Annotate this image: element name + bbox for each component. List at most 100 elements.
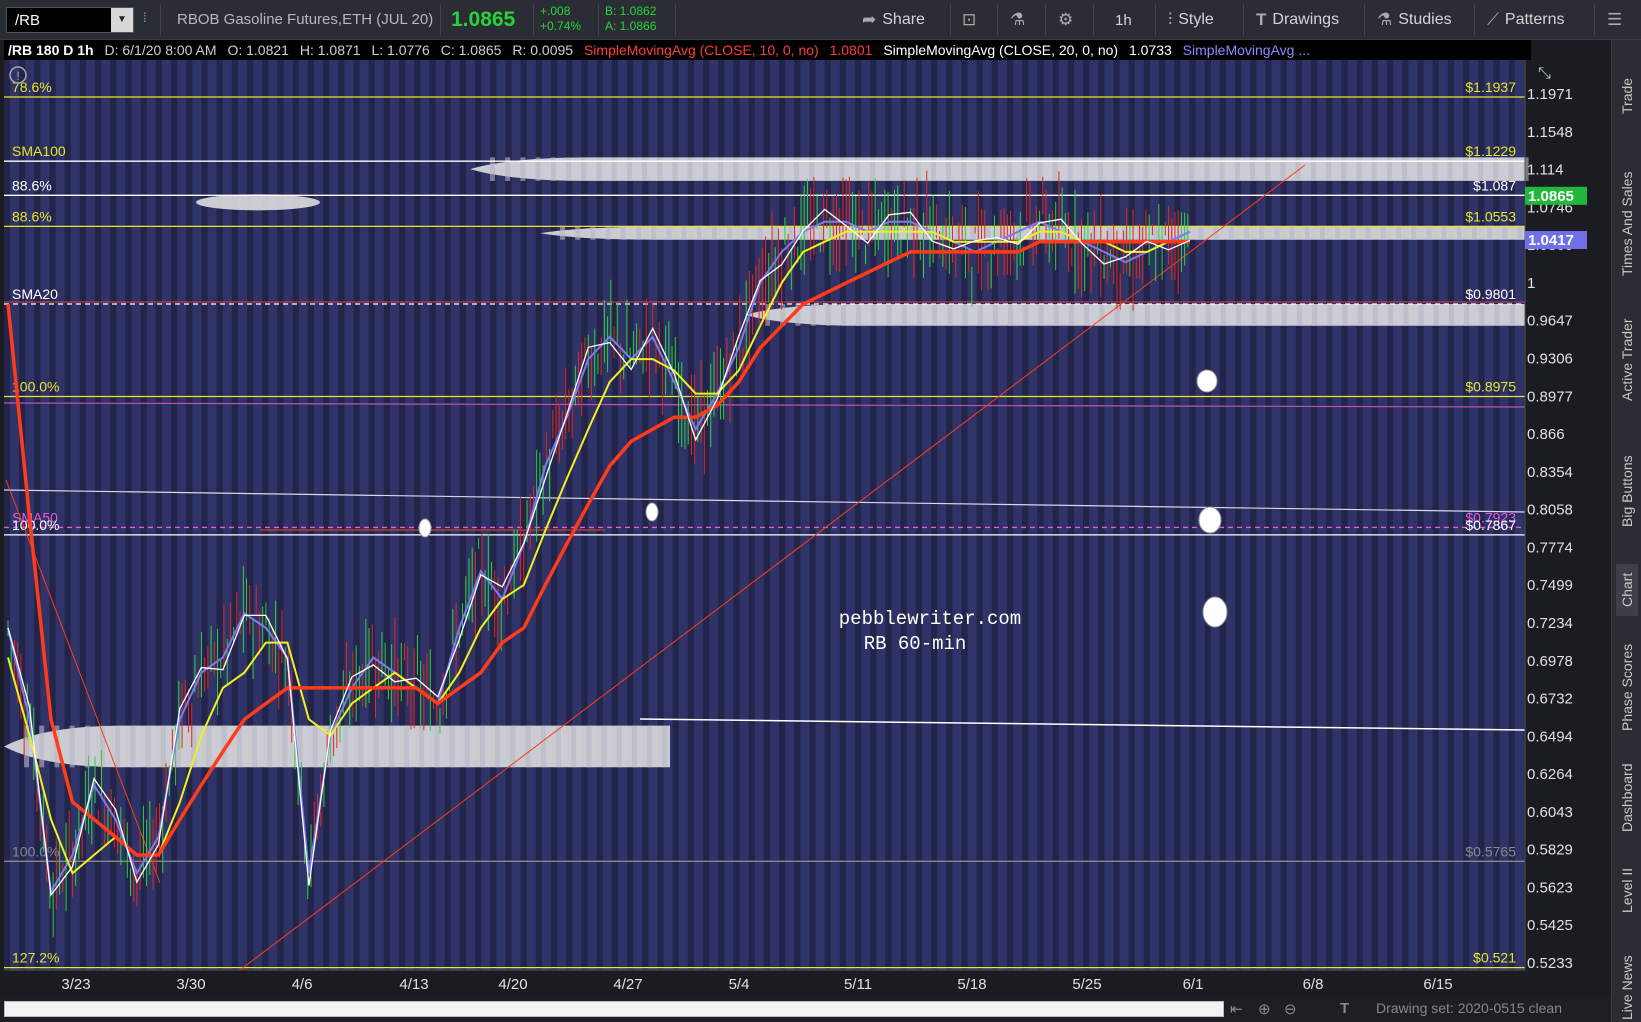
y-tick-label: 0.6043 bbox=[1527, 804, 1573, 821]
zone-stripe bbox=[358, 725, 364, 768]
x-tick-label: 6/15 bbox=[1423, 976, 1452, 993]
session-stripe bbox=[1286, 60, 1296, 970]
session-stripe bbox=[830, 60, 840, 970]
zone-stripe bbox=[1084, 304, 1090, 326]
chart-title: pebblewriter.com bbox=[839, 608, 1021, 630]
scroll-thumb[interactable] bbox=[4, 1001, 1224, 1017]
net-change: +.008 +0.74% bbox=[540, 4, 581, 34]
zone-stripe bbox=[1449, 304, 1454, 326]
price-badge-label: 1.0865 bbox=[1528, 188, 1574, 205]
interval-label: 1h bbox=[1115, 11, 1132, 29]
session-stripe bbox=[1378, 60, 1387, 970]
chart-svg[interactable]: 78.6% $1.1937SMA100 $1.122988.6% $1.08788.6… bbox=[0, 60, 1611, 997]
session-stripe bbox=[405, 60, 415, 970]
zone-stripe bbox=[449, 725, 455, 768]
zone-stripe bbox=[1365, 226, 1371, 240]
zone-stripe bbox=[1509, 304, 1515, 326]
menu-button[interactable]: ☰ bbox=[1607, 8, 1622, 32]
header-open: O: 1.0821 bbox=[227, 42, 289, 58]
sidebar-tab-phase-scores[interactable]: Phase Scores bbox=[1616, 630, 1638, 744]
zone-stripe bbox=[601, 725, 607, 768]
sidebar-tab-active-trader[interactable]: Active Trader bbox=[1616, 300, 1638, 420]
sidebar-tab-chart[interactable]: Chart bbox=[1616, 564, 1638, 616]
zone-stripe bbox=[977, 304, 983, 326]
x-tick-label: 5/11 bbox=[844, 976, 872, 993]
price-chart[interactable]: 78.6% $1.1937 SMA100 $1.1229 88.6% $1.087 88.6… bbox=[0, 60, 1611, 1022]
zone-stripe bbox=[1479, 304, 1485, 326]
session-stripe bbox=[131, 60, 141, 970]
session-stripe bbox=[359, 60, 369, 970]
zone-stripe bbox=[1517, 226, 1523, 240]
crosshair-icon[interactable]: ⊕ bbox=[1258, 1000, 1271, 1018]
bid-ask: B: 1.0862 A: 1.0866 bbox=[605, 4, 656, 34]
marker-oval bbox=[1196, 369, 1218, 393]
x-tick-label: 6/1 bbox=[1183, 976, 1204, 993]
zone-stripe bbox=[727, 226, 733, 240]
text-tool-icon: T bbox=[1256, 10, 1267, 29]
session-stripe bbox=[1362, 60, 1372, 970]
divider bbox=[533, 4, 534, 36]
zone-stripe bbox=[590, 226, 596, 240]
session-stripe bbox=[466, 60, 475, 970]
symbol-dropdown-icon[interactable]: ▼ bbox=[111, 8, 133, 32]
style-button[interactable]: ⫶ Style bbox=[1168, 8, 1214, 32]
zone-stripe bbox=[1266, 304, 1272, 326]
flask-button[interactable]: ⚗ bbox=[1010, 8, 1025, 32]
session-stripe bbox=[678, 60, 688, 970]
zone-stripe bbox=[1494, 304, 1500, 326]
sidebar-tab-times-and-sales[interactable]: Times And Sales bbox=[1616, 150, 1638, 298]
session-stripe bbox=[1134, 60, 1144, 970]
sma-more-label[interactable]: SimpleMovingAvg ... bbox=[1183, 42, 1310, 58]
sidebar-tab-dashboard[interactable]: Dashboard bbox=[1616, 756, 1638, 840]
collapse-icon[interactable]: ⤡ bbox=[1538, 65, 1551, 82]
zone-stripe bbox=[495, 725, 501, 768]
zoom-icon[interactable]: ⊖ bbox=[1284, 1000, 1297, 1018]
menu-icon: ☰ bbox=[1607, 10, 1623, 29]
y-tick-label: 0.9647 bbox=[1527, 313, 1573, 330]
zone-stripe bbox=[373, 725, 379, 768]
sidebar-tab-level-ii[interactable]: Level II bbox=[1616, 852, 1638, 928]
time-scrollbar[interactable] bbox=[0, 997, 1611, 1022]
zone-stripe bbox=[1008, 304, 1014, 326]
symbol-input[interactable]: /RB ▼ bbox=[6, 7, 134, 33]
zone-stripe bbox=[206, 725, 212, 768]
divider bbox=[1045, 4, 1046, 36]
level-right-label: $1.0553 bbox=[1465, 208, 1516, 224]
settings-button[interactable]: ⚙ bbox=[1058, 8, 1073, 32]
patterns-button[interactable]: ⟋ Patterns bbox=[1487, 8, 1565, 32]
scroll-left-icon[interactable]: ⇤ bbox=[1230, 1000, 1243, 1018]
drawings-button[interactable]: T Drawings bbox=[1256, 8, 1339, 32]
sidebar-tab-trade[interactable]: Trade bbox=[1616, 52, 1638, 140]
zone-stripe bbox=[681, 226, 687, 240]
snapshot-button[interactable]: ⊡ bbox=[962, 8, 976, 32]
sma20-value: 1.0733 bbox=[1128, 42, 1172, 58]
session-stripe bbox=[998, 60, 1007, 970]
sidebar-tab-live-news[interactable]: Live News bbox=[1616, 940, 1638, 1022]
studies-button[interactable]: ⚗ Studies bbox=[1377, 8, 1452, 32]
interval-button[interactable]: 1h bbox=[1115, 8, 1132, 32]
sidebar-tab-big-buttons[interactable]: Big Buttons bbox=[1616, 432, 1638, 550]
zone-stripe bbox=[1487, 226, 1493, 240]
zone-stripe bbox=[1418, 304, 1424, 326]
text-icon[interactable]: T bbox=[1340, 1000, 1349, 1017]
sma10-value: 1.0801 bbox=[829, 42, 873, 58]
header-low: L: 1.0776 bbox=[371, 42, 430, 58]
zone-stripe bbox=[1053, 304, 1059, 326]
level-right-label: $1.1229 bbox=[1465, 143, 1516, 159]
patterns-icon: ⟋ bbox=[1487, 10, 1499, 29]
session-stripe bbox=[146, 60, 156, 970]
zone-stripe bbox=[825, 304, 831, 326]
link-icon[interactable]: ⁞ bbox=[143, 10, 155, 30]
sma10-label[interactable]: SimpleMovingAvg (CLOSE, 10, 0, no) bbox=[584, 42, 819, 58]
sma20-label[interactable]: SimpleMovingAvg (CLOSE, 20, 0, no) bbox=[883, 42, 1118, 58]
drawing-set-label[interactable]: Drawing set: 2020-0515 clean bbox=[1376, 1000, 1562, 1016]
share-button[interactable]: ➦ Share bbox=[862, 8, 925, 32]
zone-stripe bbox=[620, 226, 626, 240]
scroll-track[interactable] bbox=[4, 1001, 1224, 1017]
session-stripe bbox=[602, 60, 612, 970]
zone-stripe bbox=[1205, 304, 1211, 326]
x-tick-label: 4/13 bbox=[399, 976, 428, 993]
session-stripe bbox=[192, 60, 202, 970]
zone-stripe bbox=[1145, 304, 1150, 326]
zone-stripe bbox=[871, 304, 877, 326]
